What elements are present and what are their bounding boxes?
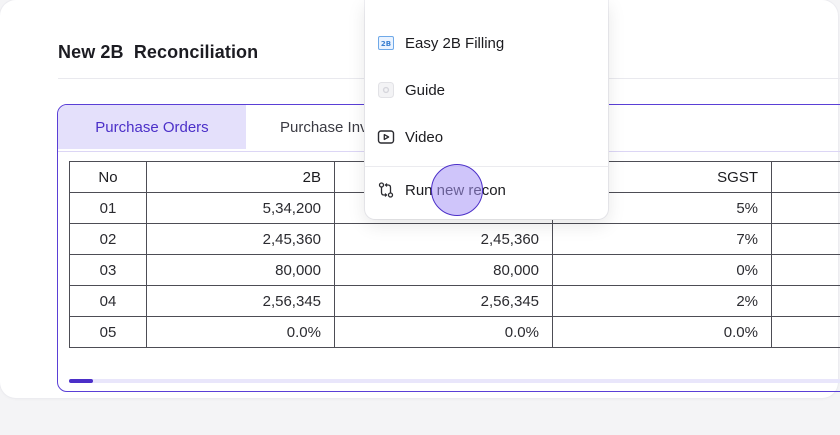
cell-extra — [771, 254, 840, 286]
tab-purchase-orders[interactable]: Purchase Orders — [58, 105, 246, 149]
cell-extra — [771, 223, 840, 255]
table-row[interactable]: 03 80,000 80,000 0% — [69, 254, 840, 286]
table-row[interactable]: 04 2,56,345 2,56,345 2% — [69, 285, 840, 317]
cell-no: 01 — [69, 192, 147, 224]
table-row[interactable]: 02 2,45,360 2,45,360 7% — [69, 223, 840, 255]
menu-item-label: Guide — [405, 81, 446, 99]
cell-2b: 80,000 — [146, 254, 335, 286]
cell-2b: 5,34,200 — [146, 192, 335, 224]
cell-2b: 0.0% — [146, 316, 335, 348]
menu-item-easy-2b-filling[interactable]: 2B Easy 2B Filling — [365, 23, 608, 63]
cell-sgst: 0.0% — [552, 316, 772, 348]
cell-purchase: 80,000 — [334, 254, 553, 286]
header-no[interactable]: No — [69, 161, 147, 193]
scrollbar-thumb[interactable] — [69, 379, 93, 383]
cell-sgst: 0% — [552, 254, 772, 286]
git-compare-icon — [377, 181, 395, 199]
guide-icon — [377, 81, 395, 99]
cell-purchase: 2,45,360 — [334, 223, 553, 255]
menu-item-guide[interactable]: Guide — [365, 70, 608, 110]
cell-sgst: 7% — [552, 223, 772, 255]
cell-extra — [771, 285, 840, 317]
cell-extra — [771, 192, 840, 224]
cell-no: 05 — [69, 316, 147, 348]
table-row[interactable]: 05 0.0% 0.0% 0.0% — [69, 316, 840, 348]
menu-item-label: Video — [405, 128, 444, 146]
horizontal-scrollbar[interactable] — [69, 379, 840, 383]
cell-extra — [771, 316, 840, 348]
menu-item-label: Run new recon — [405, 181, 506, 199]
menu-divider — [365, 166, 608, 167]
cell-sgst: 2% — [552, 285, 772, 317]
actions-dropdown-menu: 2B Easy 2B Filling Guide Video Run new r… — [365, 0, 608, 219]
menu-item-video[interactable]: Video — [365, 117, 608, 157]
2b-badge-icon: 2B — [377, 34, 395, 52]
cell-no: 02 — [69, 223, 147, 255]
2b-badge-text: 2B — [378, 36, 394, 50]
header-extra — [771, 161, 840, 193]
menu-item-label: Easy 2B Filling — [405, 34, 505, 52]
header-2b[interactable]: 2B — [146, 161, 335, 193]
page-title: New 2B Reconciliation — [58, 42, 259, 62]
cell-2b: 2,45,360 — [146, 223, 335, 255]
play-icon — [377, 128, 395, 146]
cell-no: 04 — [69, 285, 147, 317]
cell-2b: 2,56,345 — [146, 285, 335, 317]
cell-purchase: 2,56,345 — [334, 285, 553, 317]
cell-purchase: 0.0% — [334, 316, 553, 348]
cell-no: 03 — [69, 254, 147, 286]
menu-item-run-new-recon[interactable]: Run new recon — [365, 170, 608, 210]
